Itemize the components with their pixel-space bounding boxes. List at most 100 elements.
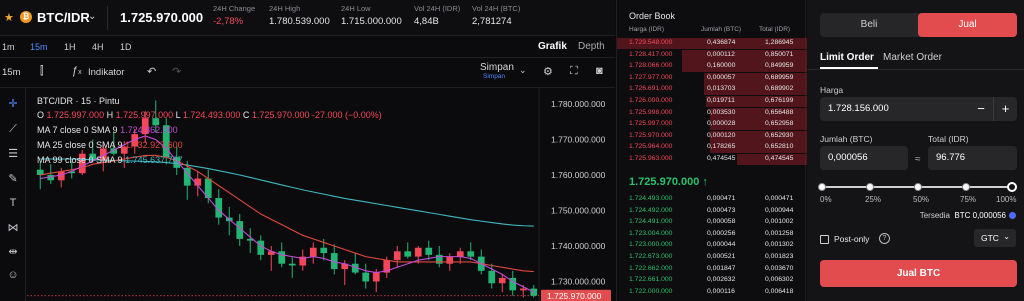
ask-qty: 0,436874: [707, 39, 736, 46]
slider-stop-50[interactable]: [914, 183, 922, 191]
bid-row[interactable]: 1.724.493.000 0,000471 0,000471: [617, 194, 807, 205]
pair-selector[interactable]: BTC/IDR: [37, 10, 90, 25]
info-icon[interactable]: [1009, 212, 1016, 219]
brush-icon[interactable]: ✎: [4, 172, 22, 185]
tab-depth[interactable]: Depth: [578, 41, 605, 52]
post-only-checkbox[interactable]: [820, 235, 829, 244]
candle-body: [498, 277, 506, 284]
ask-price: 1.728.417.000: [629, 50, 673, 58]
function-icon[interactable]: ƒx: [72, 65, 82, 77]
fullscreen-icon[interactable]: ⛶: [570, 65, 578, 78]
timeframe-1m[interactable]: 1m: [2, 42, 15, 52]
ask-row[interactable]: 1.725.998.000 0,003530 0,656488: [617, 107, 807, 119]
time-in-force-select[interactable]: GTC ⌄: [974, 229, 1016, 247]
ticker-bar: ★ ₿ BTC/IDR ⌄ 1.725.970.000 24H Change -…: [0, 0, 615, 36]
pct-label: 25%: [865, 195, 882, 204]
trendline-icon[interactable]: ⟋: [4, 123, 22, 136]
pattern-icon[interactable]: ⋈: [4, 221, 22, 234]
tab-grafik[interactable]: Grafik: [538, 41, 567, 52]
btc-coin-icon: ₿: [20, 11, 32, 23]
ask-row[interactable]: 1.725.970.000 0,000120 0,652930: [617, 130, 807, 142]
chart-toolbar: 15m ⫿ ƒx Indikator ↶ ↷ Simpan Simpan ⌄ ⚙…: [0, 58, 615, 88]
save-button[interactable]: Simpan: [480, 62, 514, 73]
bid-row[interactable]: 1.724.492.000 0,000473 0,000944: [617, 206, 807, 217]
ask-row[interactable]: 1.726.000.000 0,019711 0,676199: [617, 96, 807, 107]
stat-24h-change: 24H Change -2,78%: [213, 4, 256, 27]
price-tick-label: 1.740.000.000: [551, 241, 606, 251]
indicator-button[interactable]: Indikator: [88, 67, 124, 78]
bid-price: 1.724.493.000: [629, 195, 673, 202]
ask-row[interactable]: 1.728.066.000 0,160000 0,849959: [617, 61, 807, 73]
bid-row[interactable]: 1.723.004.000 0,000256 0,001258: [617, 229, 807, 240]
candle-body: [372, 272, 380, 282]
ask-row[interactable]: 1.725.964.000 0,178265 0,652810: [617, 142, 807, 154]
ask-total: 1,286945: [765, 39, 794, 46]
tab-market-order[interactable]: Market Order: [883, 52, 942, 63]
sell-tab[interactable]: Jual: [918, 13, 1017, 37]
chevron-down-icon[interactable]: ⌄: [88, 11, 96, 22]
side-toggle: Beli Jual: [820, 13, 1017, 37]
bid-total: 0,003670: [765, 264, 794, 272]
ask-row[interactable]: 1.728.417.000 0,000112 0,850071: [617, 49, 807, 61]
bid-row[interactable]: 1.723.000.000 0,000044 0,001302: [617, 240, 807, 251]
ask-price: 1.725.997.000: [629, 120, 673, 128]
candle-type-icon[interactable]: ⫿: [40, 65, 44, 78]
legend-ma99: MA 99 close 0 SMA 9 1.745.637.767: [37, 155, 183, 165]
increment-button[interactable]: +: [993, 97, 1017, 121]
amount-label: Jumlah (BTC): [820, 134, 873, 144]
candle-body: [488, 270, 496, 284]
amount-input[interactable]: 0,000056: [820, 146, 908, 170]
ask-total: 0,652810: [765, 143, 794, 151]
favorite-star-icon[interactable]: ★: [4, 11, 14, 24]
bid-row[interactable]: 1.724.491.000 0,000058 0,001002: [617, 217, 807, 228]
ask-row[interactable]: 1.725.997.000 0,000028 0,652958: [617, 119, 807, 131]
bid-row[interactable]: 1.722.000.000 0,000116 0,006418: [617, 287, 807, 298]
crosshair-icon[interactable]: ✛: [4, 97, 22, 110]
horizontal-lines-icon[interactable]: ☰: [4, 147, 22, 160]
ask-price: 1.725.964.000: [629, 143, 673, 151]
ask-row[interactable]: 1.729.548.000 0,436874 1,286945: [617, 38, 807, 49]
ask-qty: 0,019711: [707, 97, 735, 104]
ask-row[interactable]: 1.726.691.000 0,013703 0,689902: [617, 84, 807, 96]
undo-icon[interactable]: ↶: [147, 65, 156, 78]
ask-qty: 0,178265: [707, 143, 736, 151]
interval-button[interactable]: 15m: [2, 67, 20, 78]
bid-price: 1.724.491.000: [629, 218, 673, 226]
timeframe-1h[interactable]: 1H: [64, 42, 76, 52]
slider-handle[interactable]: [1007, 182, 1017, 192]
timeframe-15m[interactable]: 15m: [30, 42, 48, 52]
bid-price: 1.724.492.000: [629, 206, 673, 214]
bid-row[interactable]: 1.722.673.000 0,000521 0,001823: [617, 252, 807, 263]
decrement-button[interactable]: −: [969, 97, 993, 121]
gear-icon[interactable]: ⚙: [543, 65, 553, 78]
ask-row[interactable]: 1.725.963.000 0,474545 0,474545: [617, 154, 807, 165]
bid-row[interactable]: 1.722.661.000 0,002632 0,006302: [617, 275, 807, 286]
candle-body: [404, 251, 412, 257]
slider-stop-0[interactable]: [818, 183, 826, 191]
total-input[interactable]: 96.776: [928, 146, 1017, 170]
ma99-line: [40, 158, 534, 227]
bid-total: 0,000471: [765, 195, 794, 202]
buy-tab[interactable]: Beli: [820, 13, 918, 37]
bid-price: 1.723.000.000: [629, 241, 673, 249]
sell-btc-button[interactable]: Jual BTC: [820, 260, 1017, 287]
tab-limit-order[interactable]: Limit Order: [820, 52, 874, 63]
trade-panel: Beli Jual Limit Order Market Order Harga…: [807, 0, 1024, 301]
slider-stop-75[interactable]: [962, 183, 970, 191]
timeframe-4h[interactable]: 4H: [92, 42, 104, 52]
bid-qty: 0,000256: [707, 229, 736, 237]
text-tool-icon[interactable]: T: [4, 197, 22, 209]
slider-stop-25[interactable]: [866, 183, 874, 191]
ask-row[interactable]: 1.727.977.000 0,000057 0,689959: [617, 72, 807, 84]
help-icon[interactable]: ?: [879, 233, 890, 244]
redo-icon[interactable]: ↷: [172, 65, 181, 78]
price-chart[interactable]: 1.780.000.000 1.770.000.000 1.760.000.000 1…: [27, 88, 615, 301]
emoji-icon[interactable]: ☺: [4, 269, 22, 281]
timeframe-1d[interactable]: 1D: [120, 42, 132, 52]
camera-icon[interactable]: ◙: [596, 65, 603, 77]
price-input[interactable]: 1.728.156.000 − +: [820, 97, 1017, 121]
legend-ma7: MA 7 close 0 SMA 9 1.724.862.000: [37, 125, 178, 135]
measure-icon[interactable]: ⇹: [4, 245, 22, 258]
chevron-down-icon[interactable]: ⌄: [519, 65, 527, 76]
bid-row[interactable]: 1.722.662.000 0,001847 0,003670: [617, 264, 807, 275]
